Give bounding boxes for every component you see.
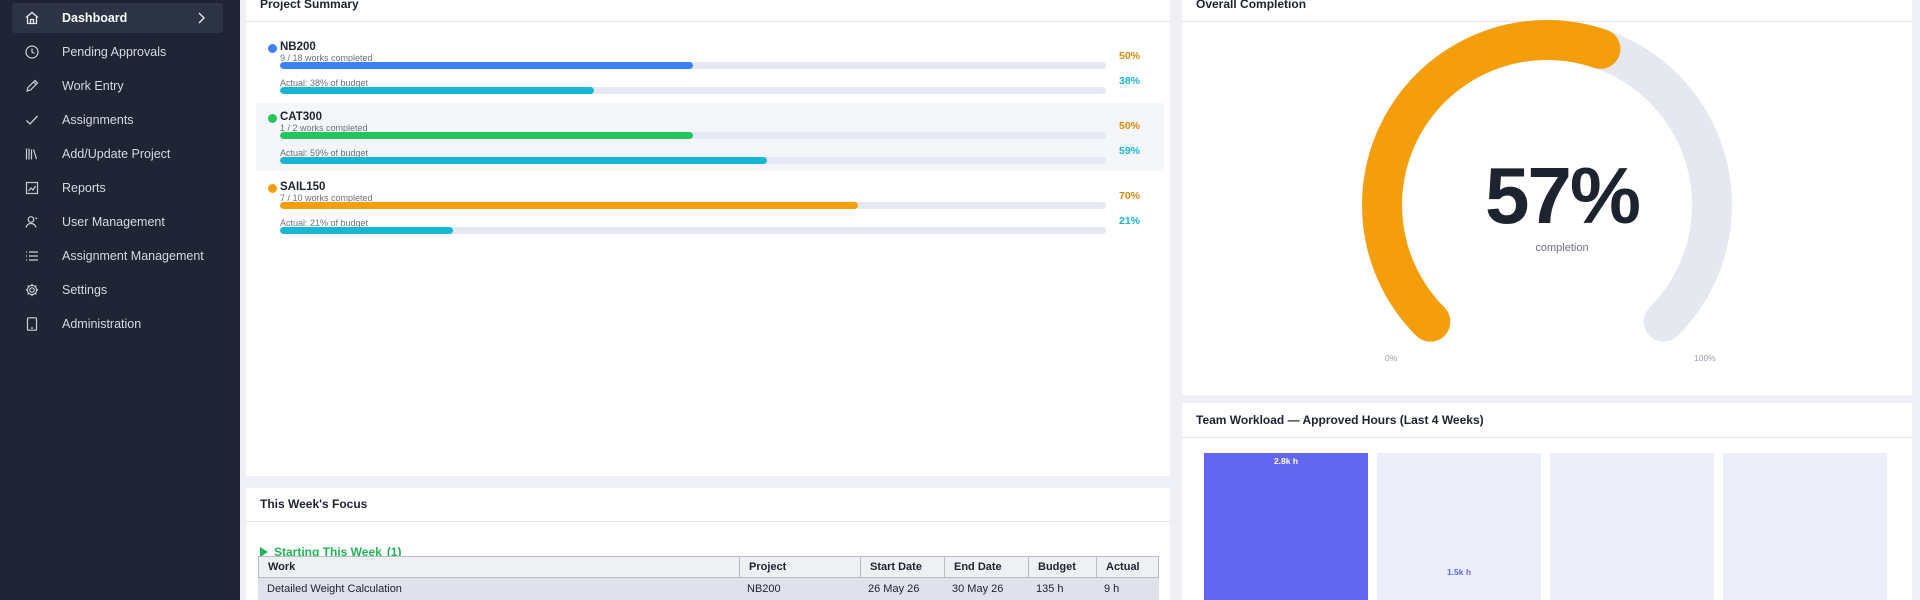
workload-bar-4[interactable] [1723,453,1887,600]
clock-icon [24,44,40,60]
column-header-project[interactable]: Project [739,557,860,577]
column-header-budget[interactable]: Budget [1028,557,1096,577]
project-row-cat300[interactable]: CAT300 1 / 2 works completed 50% Actual:… [256,103,1164,171]
cell-project: NB200 [747,583,781,595]
gauge-max-label: 100% [1694,353,1716,363]
panel-title: Team Workload — Approved Hours (Last 4 W… [1196,413,1484,427]
project-row-nb200[interactable]: NB200 9 / 18 works completed 50% Actual:… [256,33,1164,101]
works-progress-bar [280,202,1106,209]
books-icon [24,146,40,162]
cell-end-date: 30 May 26 [952,583,1004,595]
works-progress-fill [280,62,693,69]
budget-progress-fill [280,157,768,164]
sidebar-item-add-update-project[interactable]: Add/Update Project [12,139,223,169]
user-icon [24,214,40,230]
sidebar-item-label: Pending Approvals [62,45,167,59]
project-name: NB200 [280,41,316,53]
panel-title: Project Summary [260,0,359,11]
team-workload-panel: Team Workload — Approved Hours (Last 4 W… [1182,403,1912,600]
panel-title: This Week's Focus [260,497,368,511]
home-icon [24,10,40,26]
project-name: SAIL150 [280,181,326,193]
budget-progress-bar [280,157,1106,164]
budget-percent: 21% [1119,215,1141,227]
sidebar-item-pending-approvals[interactable]: Pending Approvals [12,37,223,67]
budget-progress-bar [280,87,1106,94]
sidebar-item-label: Work Entry [62,79,124,93]
sidebar-item-user-management[interactable]: User Management [12,207,223,237]
divider [1182,437,1912,438]
column-header-actual[interactable]: Actual [1096,557,1158,577]
workload-bar-label: 2.8k h [1273,456,1299,466]
sidebar: Dashboard Pending Approvals Work Entry A… [0,0,240,600]
works-progress-fill [280,202,859,209]
sidebar-item-work-entry[interactable]: Work Entry [12,71,223,101]
works-percent: 70% [1119,190,1141,202]
budget-progress-fill [280,227,454,234]
weekly-focus-panel: This Week's Focus Starting This Week (1)… [246,488,1170,600]
pencil-icon [24,78,40,94]
check-icon [24,112,40,128]
cell-start-date: 26 May 26 [868,583,920,595]
divider [246,521,1170,522]
budget-percent: 38% [1119,75,1141,87]
project-summary-panel: Project Summary NB200 9 / 18 works compl… [246,0,1170,476]
sidebar-item-label: Administration [62,317,142,331]
sidebar-item-label: User Management [62,215,165,229]
overall-completion-panel: Overall Completion 57% completion 0% 100… [1182,0,1912,395]
sidebar-item-label: Dashboard [62,11,128,25]
sidebar-item-administration[interactable]: Administration [12,309,223,339]
project-name: CAT300 [280,111,322,123]
project-color-dot [268,44,277,53]
budget-progress-bar [280,227,1106,234]
budget-percent: 59% [1119,145,1141,157]
sidebar-item-dashboard[interactable]: Dashboard [12,3,223,33]
chevron-right-icon[interactable] [193,10,209,26]
workload-bar-2[interactable] [1377,453,1541,600]
sidebar-item-assignments[interactable]: Assignments [12,105,223,135]
project-color-dot [268,114,277,123]
workload-bar-label: 1.5k h [1446,567,1472,578]
cell-actual: 9 h [1104,583,1120,595]
sidebar-item-label: Add/Update Project [62,147,171,161]
works-progress-bar [280,62,1106,69]
budget-progress-fill [280,87,594,94]
column-header-end-date[interactable]: End Date [944,557,1028,577]
workload-bar-1[interactable] [1204,453,1368,600]
sidebar-item-reports[interactable]: Reports [12,173,223,203]
column-header-start-date[interactable]: Start Date [860,557,944,577]
cell-work: Detailed Weight Calculation [267,583,402,595]
sidebar-item-assignment-management[interactable]: Assignment Management [12,241,223,271]
sidebar-item-label: Settings [62,283,108,297]
project-row-sail150[interactable]: SAIL150 7 / 10 works completed 70% Actua… [256,173,1164,241]
table-header: Work Project Start Date End Date Budget … [258,556,1159,578]
works-percent: 50% [1119,120,1141,132]
completion-caption: completion [1535,242,1589,254]
completion-value: 57% [1484,151,1641,240]
works-percent: 50% [1119,50,1141,62]
cell-budget: 135 h [1036,583,1064,595]
workload-bar-3[interactable] [1550,453,1714,600]
chart-icon [24,180,40,196]
column-header-work[interactable]: Work [259,557,739,577]
sidebar-item-label: Reports [62,181,106,195]
project-color-dot [268,184,277,193]
list-icon [24,248,40,264]
works-progress-fill [280,132,693,139]
gauge-min-label: 0% [1385,353,1398,363]
table-row[interactable]: Detailed Weight Calculation NB200 26 May… [258,578,1159,600]
sidebar-item-settings[interactable]: Settings [12,275,223,305]
tablet-icon [24,316,40,332]
gear-icon [24,282,40,298]
sidebar-item-label: Assignments [62,113,134,127]
works-progress-bar [280,132,1106,139]
sidebar-item-label: Assignment Management [62,249,204,263]
divider [246,21,1170,22]
